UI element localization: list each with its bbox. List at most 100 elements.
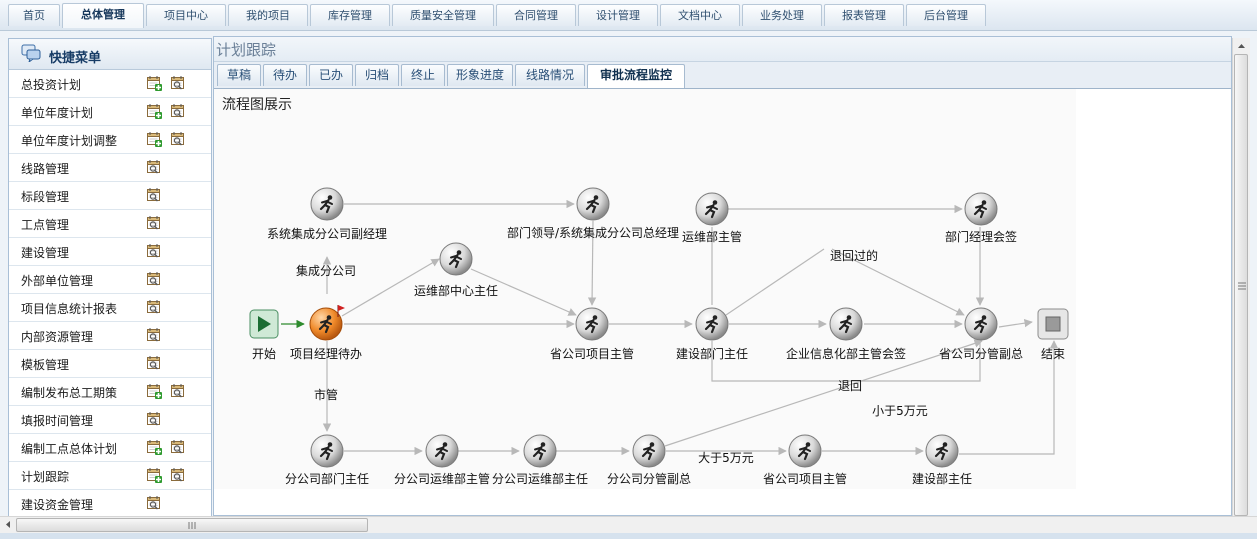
quick-menu-item[interactable]: 建设管理	[9, 238, 211, 266]
flow-node-branch-vice[interactable]	[632, 434, 666, 468]
flow-node-prov-pm2[interactable]	[788, 434, 822, 468]
nav-tab-admin[interactable]: 后台管理	[906, 4, 986, 26]
flow-node-prov-pm[interactable]	[575, 307, 609, 341]
quick-menu-item[interactable]: 单位年度计划调整	[9, 126, 211, 154]
nav-tab-design[interactable]: 设计管理	[578, 4, 658, 26]
search-calendar-icon[interactable]	[170, 103, 186, 119]
nav-tab-quality-safety[interactable]: 质量安全管理	[392, 4, 494, 26]
vertical-scrollbar[interactable]	[1232, 38, 1250, 516]
top-navigation: 首页 总体管理 项目中心 我的项目 库存管理 质量安全管理 合同管理 设计管理 …	[0, 0, 1257, 31]
add-calendar-icon[interactable]	[146, 467, 162, 483]
label-dept-mgr-sign: 部门经理会签	[945, 229, 1017, 244]
nav-tab-home[interactable]: 首页	[8, 4, 60, 26]
quick-menu-item[interactable]: 线路管理	[9, 154, 211, 182]
nav-tab-project-center[interactable]: 项目中心	[146, 4, 226, 26]
quick-menu-item[interactable]: 外部单位管理	[9, 266, 211, 294]
flow-node-branch-dept[interactable]	[310, 434, 344, 468]
tab-terminated[interactable]: 终止	[401, 64, 445, 86]
scroll-left-icon[interactable]	[1, 517, 15, 532]
quick-menu-item[interactable]: 内部资源管理	[9, 322, 211, 350]
tab-archived[interactable]: 归档	[355, 64, 399, 86]
flow-node-sys-vice[interactable]	[310, 187, 344, 221]
search-calendar-icon[interactable]	[170, 131, 186, 147]
label-ops-head: 运维部主管	[682, 229, 742, 244]
flow-node-end[interactable]	[1037, 308, 1069, 340]
tab-done[interactable]: 已办	[309, 64, 353, 86]
search-calendar-icon[interactable]	[146, 187, 162, 203]
label-build-head: 建设部门主任	[676, 346, 748, 361]
sub-tab-bar: 草稿 待办 已办 归档 终止 形象进度 线路情况 审批流程监控	[214, 62, 1231, 89]
flow-node-start[interactable]	[249, 309, 279, 339]
search-calendar-icon[interactable]	[146, 495, 162, 511]
quick-menu-item-label: 工点管理	[21, 218, 70, 232]
flow-node-prov-vice[interactable]	[964, 307, 998, 341]
tab-line-status[interactable]: 线路情况	[515, 64, 585, 86]
flow-node-ops-head[interactable]	[695, 192, 729, 226]
label-build-dir: 建设部主任	[912, 471, 972, 486]
quick-menu-item[interactable]: 标段管理	[9, 182, 211, 210]
quick-menu-item[interactable]: 编制发布总工期策	[9, 378, 211, 406]
nav-tab-overall[interactable]: 总体管理	[62, 3, 144, 28]
flow-node-branch-ops-mgr[interactable]	[425, 434, 459, 468]
quick-menu-item[interactable]: 模板管理	[9, 350, 211, 378]
status-bar	[0, 533, 1257, 539]
flow-node-dept-leader[interactable]	[576, 187, 610, 221]
add-calendar-icon[interactable]	[146, 383, 162, 399]
nav-tab-reports[interactable]: 报表管理	[824, 4, 904, 26]
search-calendar-icon[interactable]	[146, 327, 162, 343]
edge-label-integration: 集成分公司	[296, 263, 356, 278]
quick-menu-item[interactable]: 项目信息统计报表	[9, 294, 211, 322]
search-calendar-icon[interactable]	[146, 355, 162, 371]
search-calendar-icon[interactable]	[170, 75, 186, 91]
flow-node-current[interactable]	[309, 305, 345, 341]
nav-tab-inventory[interactable]: 库存管理	[310, 4, 390, 26]
search-calendar-icon[interactable]	[146, 215, 162, 231]
flow-node-ops-center[interactable]	[439, 242, 473, 276]
main-panel: 计划跟踪 草稿 待办 已办 归档 终止 形象进度 线路情况 审批流程监控 开始 …	[213, 36, 1232, 516]
label-branch-dept: 分公司部门主任	[285, 471, 369, 486]
label-ops-center: 运维部中心主任	[414, 283, 498, 298]
vertical-scroll-thumb[interactable]	[1234, 54, 1248, 516]
nav-tab-my-projects[interactable]: 我的项目	[228, 4, 308, 26]
add-calendar-icon[interactable]	[146, 439, 162, 455]
search-calendar-icon[interactable]	[146, 243, 162, 259]
search-calendar-icon[interactable]	[146, 159, 162, 175]
nav-tab-business[interactable]: 业务处理	[742, 4, 822, 26]
quick-menu-item-label: 单位年度计划调整	[21, 134, 118, 148]
add-calendar-icon[interactable]	[146, 103, 162, 119]
quick-menu-item[interactable]: 计划跟踪	[9, 462, 211, 490]
add-calendar-icon[interactable]	[146, 75, 162, 91]
add-calendar-icon[interactable]	[146, 131, 162, 147]
quick-menu-item[interactable]: 单位年度计划	[9, 98, 211, 126]
search-calendar-icon[interactable]	[170, 383, 186, 399]
search-calendar-icon[interactable]	[146, 411, 162, 427]
flow-node-ent-info[interactable]	[829, 307, 863, 341]
quick-menu-item-label: 建设管理	[21, 246, 70, 260]
flow-node-branch-ops-dir[interactable]	[523, 434, 557, 468]
nav-tab-contract[interactable]: 合同管理	[496, 4, 576, 26]
label-start: 开始	[252, 347, 276, 361]
flow-node-build-head[interactable]	[695, 307, 729, 341]
tab-progress[interactable]: 形象进度	[447, 64, 513, 86]
horizontal-scroll-thumb[interactable]	[16, 518, 368, 532]
search-calendar-icon[interactable]	[146, 299, 162, 315]
tab-draft[interactable]: 草稿	[217, 64, 261, 86]
quick-menu-item[interactable]: 填报时间管理	[9, 406, 211, 434]
tab-todo[interactable]: 待办	[263, 64, 307, 86]
quick-menu-item[interactable]: 建设资金管理	[9, 490, 211, 517]
tab-approval-monitor[interactable]: 审批流程监控	[587, 64, 685, 88]
search-calendar-icon[interactable]	[170, 439, 186, 455]
nav-tab-docs[interactable]: 文档中心	[660, 4, 740, 26]
label-branch-vice: 分公司分管副总	[607, 471, 691, 486]
flow-node-dept-mgr-sign[interactable]	[964, 192, 998, 226]
flow-edges	[281, 199, 1059, 456]
scroll-up-icon[interactable]	[1233, 39, 1250, 53]
search-calendar-icon[interactable]	[170, 467, 186, 483]
search-calendar-icon[interactable]	[146, 271, 162, 287]
quick-menu-item-label: 编制发布总工期策	[21, 386, 118, 400]
flow-node-build-dir[interactable]	[925, 434, 959, 468]
horizontal-scrollbar[interactable]	[0, 516, 1257, 534]
quick-menu-item[interactable]: 工点管理	[9, 210, 211, 238]
quick-menu-item[interactable]: 总投资计划	[9, 70, 211, 98]
quick-menu-item[interactable]: 编制工点总体计划	[9, 434, 211, 462]
